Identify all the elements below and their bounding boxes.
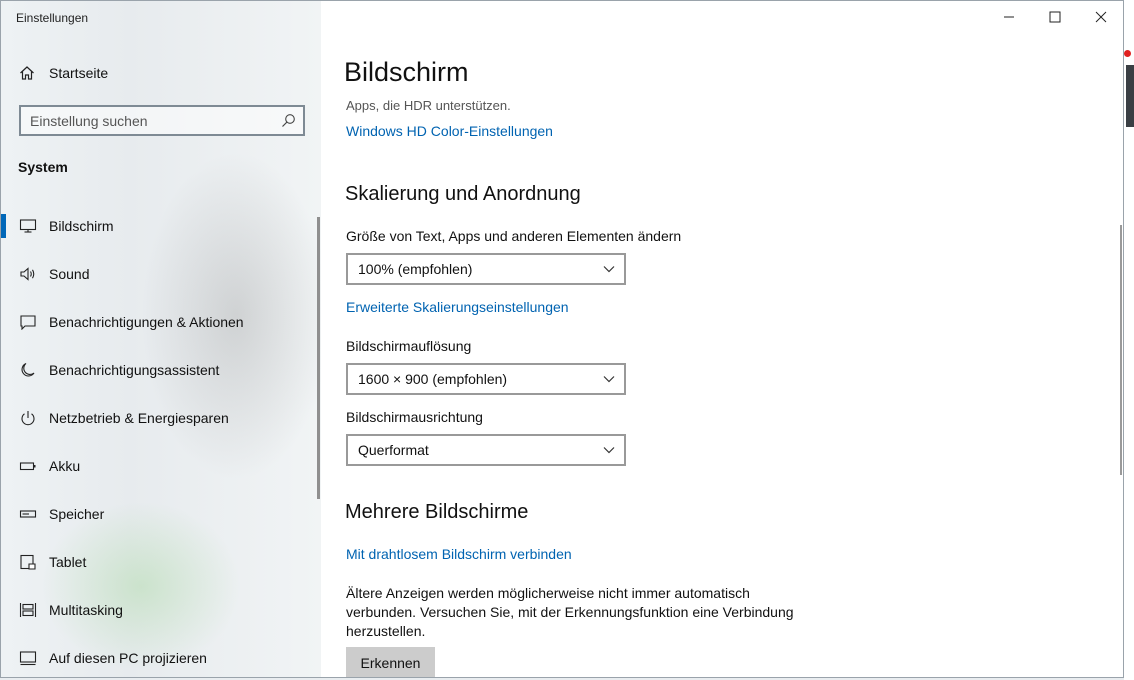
notification-dot [1124,50,1131,57]
message-icon [18,312,38,332]
page-title: Bildschirm [344,57,469,87]
scale-dropdown-value: 100% (empfohlen) [358,261,473,277]
sidebar-item-akku[interactable]: Akku [1,442,321,490]
multitasking-icon [18,600,38,620]
chevron-down-icon [603,447,615,454]
sidebar-item-netzbetrieb[interactable]: Netzbetrieb & Energiesparen [1,394,321,442]
wireless-display-link[interactable]: Mit drahtlosem Bildschirm verbinden [346,546,572,562]
orientation-dropdown-value: Querformat [358,442,429,458]
search-icon[interactable] [281,113,296,128]
scaling-heading: Skalierung und Anordnung [345,183,581,205]
home-link[interactable]: Startseite [19,65,108,81]
resolution-dropdown[interactable]: 1600 × 900 (empfohlen) [346,363,626,395]
tablet-icon [18,552,38,572]
size-label: Größe von Text, Apps und anderen Element… [346,228,682,244]
multiple-displays-heading: Mehrere Bildschirme [345,501,529,523]
hd-color-settings-link[interactable]: Windows HD Color-Einstellungen [346,123,553,139]
sidebar-item-projizieren[interactable]: Auf diesen PC projizieren [1,634,321,677]
main-scrollbar[interactable] [1120,225,1122,475]
moon-icon [18,360,38,380]
main-content: Bildschirm Apps, die HDR unterstützen. W… [321,1,1123,677]
orientation-dropdown[interactable]: Querformat [346,434,626,466]
search-box[interactable] [19,105,305,136]
sidebar-scrollbar[interactable] [317,217,320,499]
sidebar-item-benachrichtigungen[interactable]: Benachrichtigungen & Aktionen [1,298,321,346]
chevron-down-icon [603,376,615,383]
orientation-label: Bildschirmausrichtung [346,409,483,425]
home-label: Startseite [49,65,109,81]
storage-icon [18,504,38,524]
detect-button[interactable]: Erkennen [346,647,435,677]
sidebar-item-label: Sound [49,266,90,282]
sidebar-item-benachrichtigungsassistent[interactable]: Benachrichtigungsassistent [1,346,321,394]
sidebar-item-label: Tablet [49,554,87,570]
sidebar-item-label: Auf diesen PC projizieren [49,650,207,666]
window-title: Einstellungen [16,11,89,25]
sidebar-item-sound[interactable]: Sound [1,250,321,298]
sidebar-item-label: Bildschirm [49,218,114,234]
speaker-icon [18,264,38,284]
sidebar-item-multitasking[interactable]: Multitasking [1,586,321,634]
chevron-down-icon [603,266,615,273]
settings-window: Einstellungen Startseite System Bildschi… [0,0,1124,678]
sidebar-item-label: Multitasking [49,602,123,618]
sidebar-item-label: Benachrichtigungsassistent [49,362,220,378]
resolution-label: Bildschirmauflösung [346,338,472,354]
sidebar-nav: Bildschirm Sound Benachrichtigungen & Ak… [1,202,321,677]
monitor-icon [18,216,38,236]
sidebar-item-label: Akku [49,458,81,474]
sidebar: Einstellungen Startseite System Bildschi… [1,1,321,677]
sidebar-item-label: Speicher [49,506,105,522]
search-input[interactable] [21,111,282,130]
home-icon [20,66,34,80]
sidebar-item-bildschirm[interactable]: Bildschirm [1,202,321,250]
advanced-scaling-link[interactable]: Erweiterte Skalierungseinstellungen [346,299,569,315]
resolution-dropdown-value: 1600 × 900 (empfohlen) [358,371,508,387]
section-label-system: System [18,159,68,175]
sidebar-item-speicher[interactable]: Speicher [1,490,321,538]
battery-icon [18,456,38,476]
background-window-edge [1124,0,1134,680]
background-window-fragment [1126,65,1134,127]
detect-description: Ältere Anzeigen werden möglicherweise ni… [346,585,794,639]
sidebar-item-label: Netzbetrieb & Energiesparen [49,410,229,426]
scale-dropdown[interactable]: 100% (empfohlen) [346,253,626,285]
sidebar-item-tablet[interactable]: Tablet [1,538,321,586]
sidebar-item-label: Benachrichtigungen & Aktionen [49,314,244,330]
project-icon [18,648,38,668]
power-icon [18,408,38,428]
hdr-apps-text: Apps, die HDR unterstützen. [346,98,511,113]
